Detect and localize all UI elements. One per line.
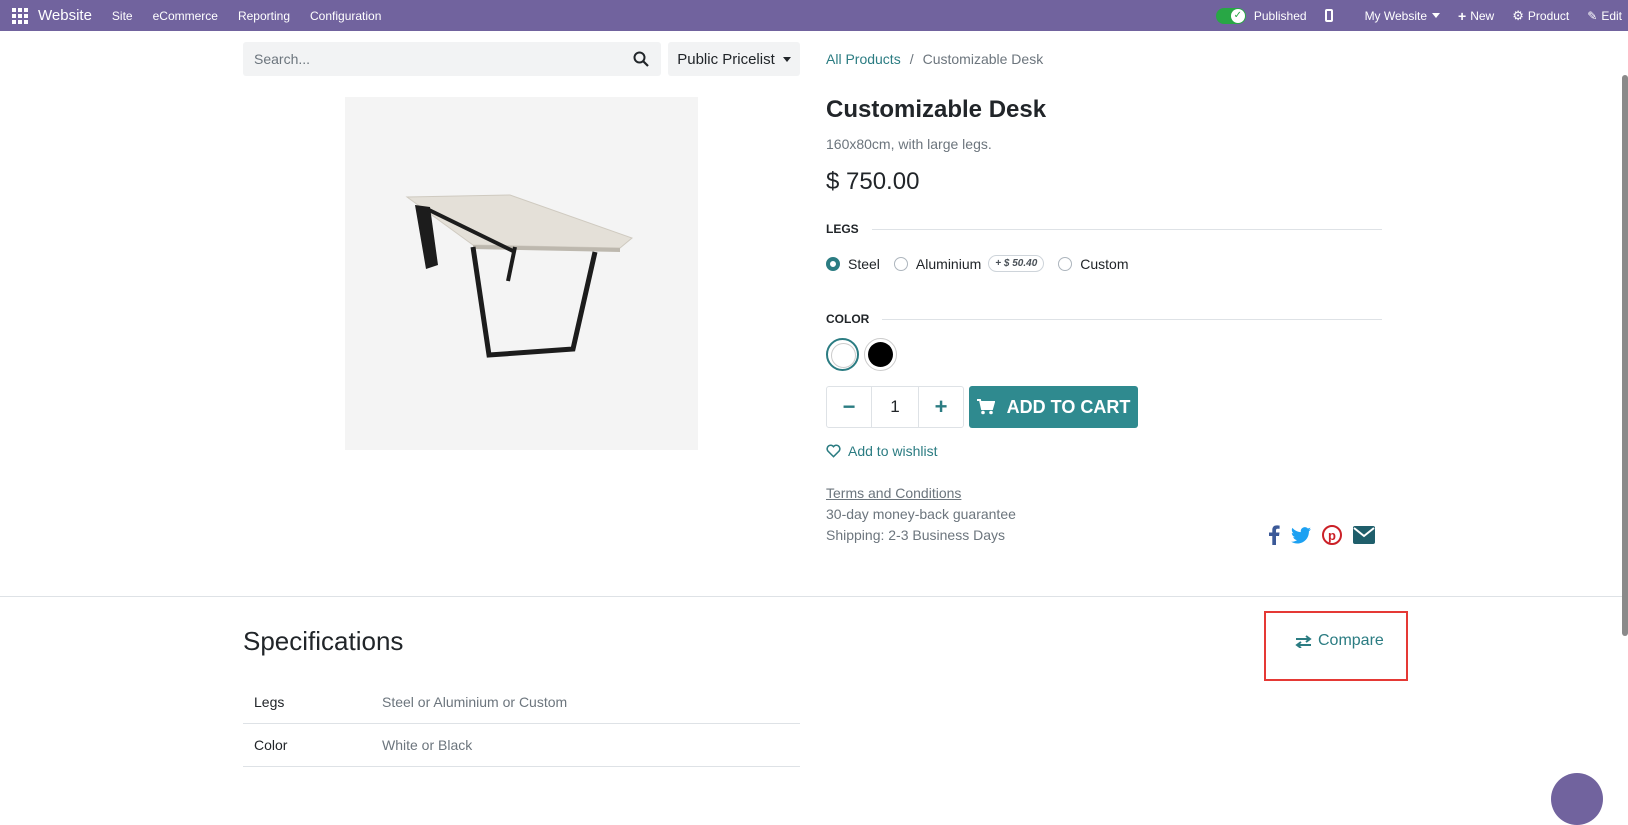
heart-icon bbox=[826, 444, 841, 458]
breadcrumb: All Products / Customizable Desk bbox=[826, 51, 1043, 67]
breadcrumb-separator: / bbox=[909, 51, 914, 67]
divider-line bbox=[871, 228, 1382, 230]
color-swatch-black[interactable] bbox=[864, 338, 897, 371]
quantity-input[interactable]: 1 bbox=[871, 387, 919, 427]
legs-options: Steel Aluminium + $ 50.40 Custom bbox=[826, 255, 1143, 272]
edit-button[interactable]: ✎ Edit bbox=[1587, 9, 1622, 23]
add-to-cart-button[interactable]: ADD TO CART bbox=[969, 386, 1138, 428]
chat-bubble-button[interactable] bbox=[1551, 773, 1603, 825]
breadcrumb-all-products[interactable]: All Products bbox=[826, 51, 901, 67]
edit-label: Edit bbox=[1601, 8, 1622, 23]
caret-down-icon bbox=[1432, 13, 1441, 18]
increase-quantity-button[interactable]: + bbox=[919, 387, 963, 427]
legs-label: LEGS bbox=[826, 222, 859, 236]
legs-section-label: LEGS bbox=[826, 222, 1382, 236]
add-to-cart-label: ADD TO CART bbox=[1006, 396, 1131, 417]
product-description: 160x80cm, with large legs. bbox=[826, 136, 992, 152]
search-box bbox=[243, 42, 661, 76]
menu-ecommerce[interactable]: eCommerce bbox=[153, 9, 218, 23]
product-price: $ 750.00 bbox=[826, 168, 920, 195]
shipping-text: Shipping: 2-3 Business Days bbox=[826, 527, 1005, 543]
desk-image bbox=[405, 194, 633, 358]
website-switcher[interactable]: My Website bbox=[1364, 8, 1441, 23]
decrease-quantity-button[interactable]: − bbox=[827, 387, 871, 427]
website-label: My Website bbox=[1364, 8, 1428, 23]
apps-grid-icon[interactable] bbox=[12, 7, 28, 24]
color-swatches bbox=[826, 338, 902, 371]
new-button[interactable]: + New bbox=[1458, 8, 1494, 24]
spec-key: Legs bbox=[254, 694, 285, 710]
compare-label: Compare bbox=[1318, 632, 1384, 649]
spec-key: Color bbox=[254, 737, 288, 753]
legs-option-custom[interactable]: Custom bbox=[1058, 255, 1129, 272]
menu-configuration[interactable]: Configuration bbox=[310, 9, 381, 23]
compare-button[interactable]: Compare bbox=[1295, 632, 1384, 650]
top-navbar: Website Site eCommerce Reporting Configu… bbox=[0, 0, 1628, 31]
envelope-icon[interactable] bbox=[1353, 526, 1375, 544]
published-toggle[interactable]: ✓ Published bbox=[1215, 7, 1307, 24]
legs-option-label: Aluminium bbox=[915, 255, 982, 272]
twitter-icon[interactable] bbox=[1291, 526, 1311, 544]
legs-option-steel[interactable]: Steel bbox=[826, 256, 880, 272]
legs-option-label: Custom bbox=[1080, 255, 1129, 272]
pricelist-label: Public Pricelist bbox=[677, 50, 775, 68]
menu-reporting[interactable]: Reporting bbox=[238, 9, 290, 23]
pencil-icon: ✎ bbox=[1587, 8, 1598, 23]
mobile-icon bbox=[1324, 9, 1333, 22]
legs-option-label: Steel bbox=[848, 255, 880, 272]
new-label: New bbox=[1470, 8, 1495, 23]
plus-icon: + bbox=[1458, 7, 1467, 24]
legs-option-aluminium[interactable]: Aluminium + $ 50.40 bbox=[893, 255, 1045, 272]
breadcrumb-current: Customizable Desk bbox=[922, 51, 1044, 67]
specifications-table: Legs Steel or Aluminium or Custom Color … bbox=[243, 681, 800, 767]
radio-unchecked-icon bbox=[893, 256, 908, 271]
shopping-cart-icon bbox=[976, 399, 995, 415]
price-extra-badge: + $ 50.40 bbox=[988, 255, 1045, 272]
product-image[interactable] bbox=[345, 97, 698, 450]
divider-line bbox=[882, 318, 1382, 320]
quantity-stepper: − 1 + bbox=[826, 386, 964, 428]
product-button[interactable]: ⚙ Product bbox=[1512, 8, 1569, 24]
page-scrollbar[interactable] bbox=[1622, 75, 1628, 636]
table-row: Legs Steel or Aluminium or Custom bbox=[243, 681, 800, 724]
table-row: Color White or Black bbox=[243, 724, 800, 767]
color-label: COLOR bbox=[826, 312, 870, 326]
product-label: Product bbox=[1527, 8, 1570, 23]
color-swatch-white[interactable] bbox=[826, 338, 859, 371]
terms-and-conditions-link[interactable]: Terms and Conditions bbox=[826, 485, 961, 501]
svg-text:p: p bbox=[1328, 528, 1336, 543]
spec-value: White or Black bbox=[382, 737, 473, 753]
exchange-icon bbox=[1295, 634, 1312, 648]
mobile-preview-button[interactable] bbox=[1324, 9, 1347, 22]
search-input[interactable] bbox=[243, 51, 603, 67]
published-label: Published bbox=[1253, 8, 1307, 23]
facebook-icon[interactable] bbox=[1268, 525, 1280, 545]
search-icon[interactable] bbox=[633, 51, 649, 67]
wishlist-label: Add to wishlist bbox=[848, 443, 938, 459]
caret-down-icon bbox=[782, 56, 791, 62]
toggle-switch-icon: ✓ bbox=[1215, 7, 1246, 24]
color-section-label: COLOR bbox=[826, 312, 1382, 326]
brand-link[interactable]: Website bbox=[38, 7, 92, 24]
gear-icon: ⚙ bbox=[1512, 7, 1524, 23]
product-title: Customizable Desk bbox=[826, 96, 1047, 123]
radio-unchecked-icon bbox=[1058, 256, 1073, 271]
guarantee-text: 30-day money-back guarantee bbox=[826, 506, 1016, 522]
share-links: p bbox=[1268, 525, 1386, 545]
menu-site[interactable]: Site bbox=[112, 9, 133, 23]
section-divider bbox=[0, 596, 1628, 597]
pinterest-icon[interactable]: p bbox=[1322, 525, 1342, 545]
spec-value: Steel or Aluminium or Custom bbox=[382, 694, 568, 710]
specifications-title: Specifications bbox=[243, 626, 404, 656]
pricelist-dropdown[interactable]: Public Pricelist bbox=[668, 42, 800, 76]
radio-checked-icon bbox=[826, 256, 840, 271]
add-to-wishlist-link[interactable]: Add to wishlist bbox=[826, 443, 937, 459]
